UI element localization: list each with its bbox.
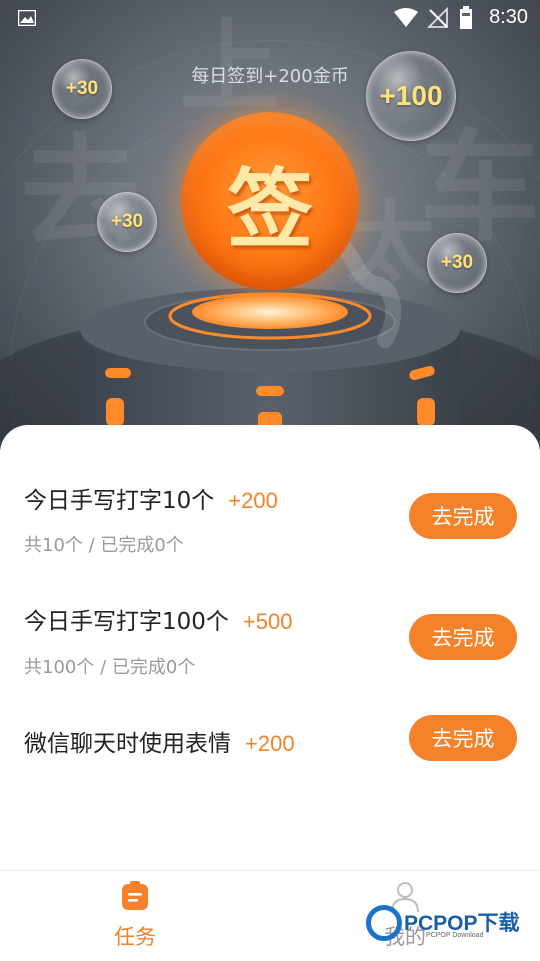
task-progress: 共10个 / 已完成0个 — [24, 535, 184, 556]
status-time: 8:30 — [489, 6, 528, 28]
coin-bubble-30[interactable]: +30 — [52, 59, 112, 119]
image-icon — [18, 10, 36, 26]
task-title: 今日手写打字10个 — [24, 488, 215, 514]
go-complete-button[interactable]: 去完成 — [409, 493, 517, 539]
coin-bubble-100[interactable]: +100 — [366, 51, 456, 141]
task-list-card: 今日手写打字10个 +200 共10个 / 已完成0个 去完成 今日手写打字100… — [0, 425, 540, 870]
watermark-subtext: PCPOP Download — [426, 932, 484, 939]
coin-bubble-30[interactable]: +30 — [427, 233, 487, 293]
pcpop-watermark: PCPOP下载 PCPOP Download — [366, 905, 536, 949]
tab-tasks-label: 任务 — [114, 925, 156, 949]
task-reward: +500 — [242, 609, 293, 634]
no-signal-icon — [427, 7, 448, 28]
go-complete-button[interactable]: 去完成 — [409, 715, 517, 761]
task-reward: +200 — [228, 488, 278, 513]
task-item: 今日手写打字100个 +500 — [24, 602, 292, 636]
task-item: 微信聊天时使用表情 +200 — [24, 724, 295, 758]
task-progress: 共100个 / 已完成0个 — [24, 657, 196, 678]
task-title: 今日手写打字100个 — [24, 609, 229, 635]
sign-in-button[interactable]: 签 — [181, 112, 359, 290]
sign-in-hero: 去 上 车 太 每日签到+200金币 +30 +100 +30 +30 签 — [0, 0, 540, 450]
task-reward: +200 — [245, 731, 295, 756]
sign-in-button-label: 签 — [227, 158, 313, 260]
pcpop-logo — [366, 905, 402, 941]
task-item: 今日手写打字10个 +200 — [24, 481, 278, 515]
tab-tasks[interactable]: 任务 — [0, 871, 270, 961]
battery-icon — [460, 6, 472, 29]
wifi-icon — [394, 8, 418, 27]
task-clipboard-icon — [122, 881, 148, 910]
coin-bubble-30[interactable]: +30 — [97, 192, 157, 252]
task-title: 微信聊天时使用表情 — [24, 731, 231, 757]
go-complete-button[interactable]: 去完成 — [409, 614, 517, 660]
status-bar: 8:30 — [0, 0, 540, 36]
